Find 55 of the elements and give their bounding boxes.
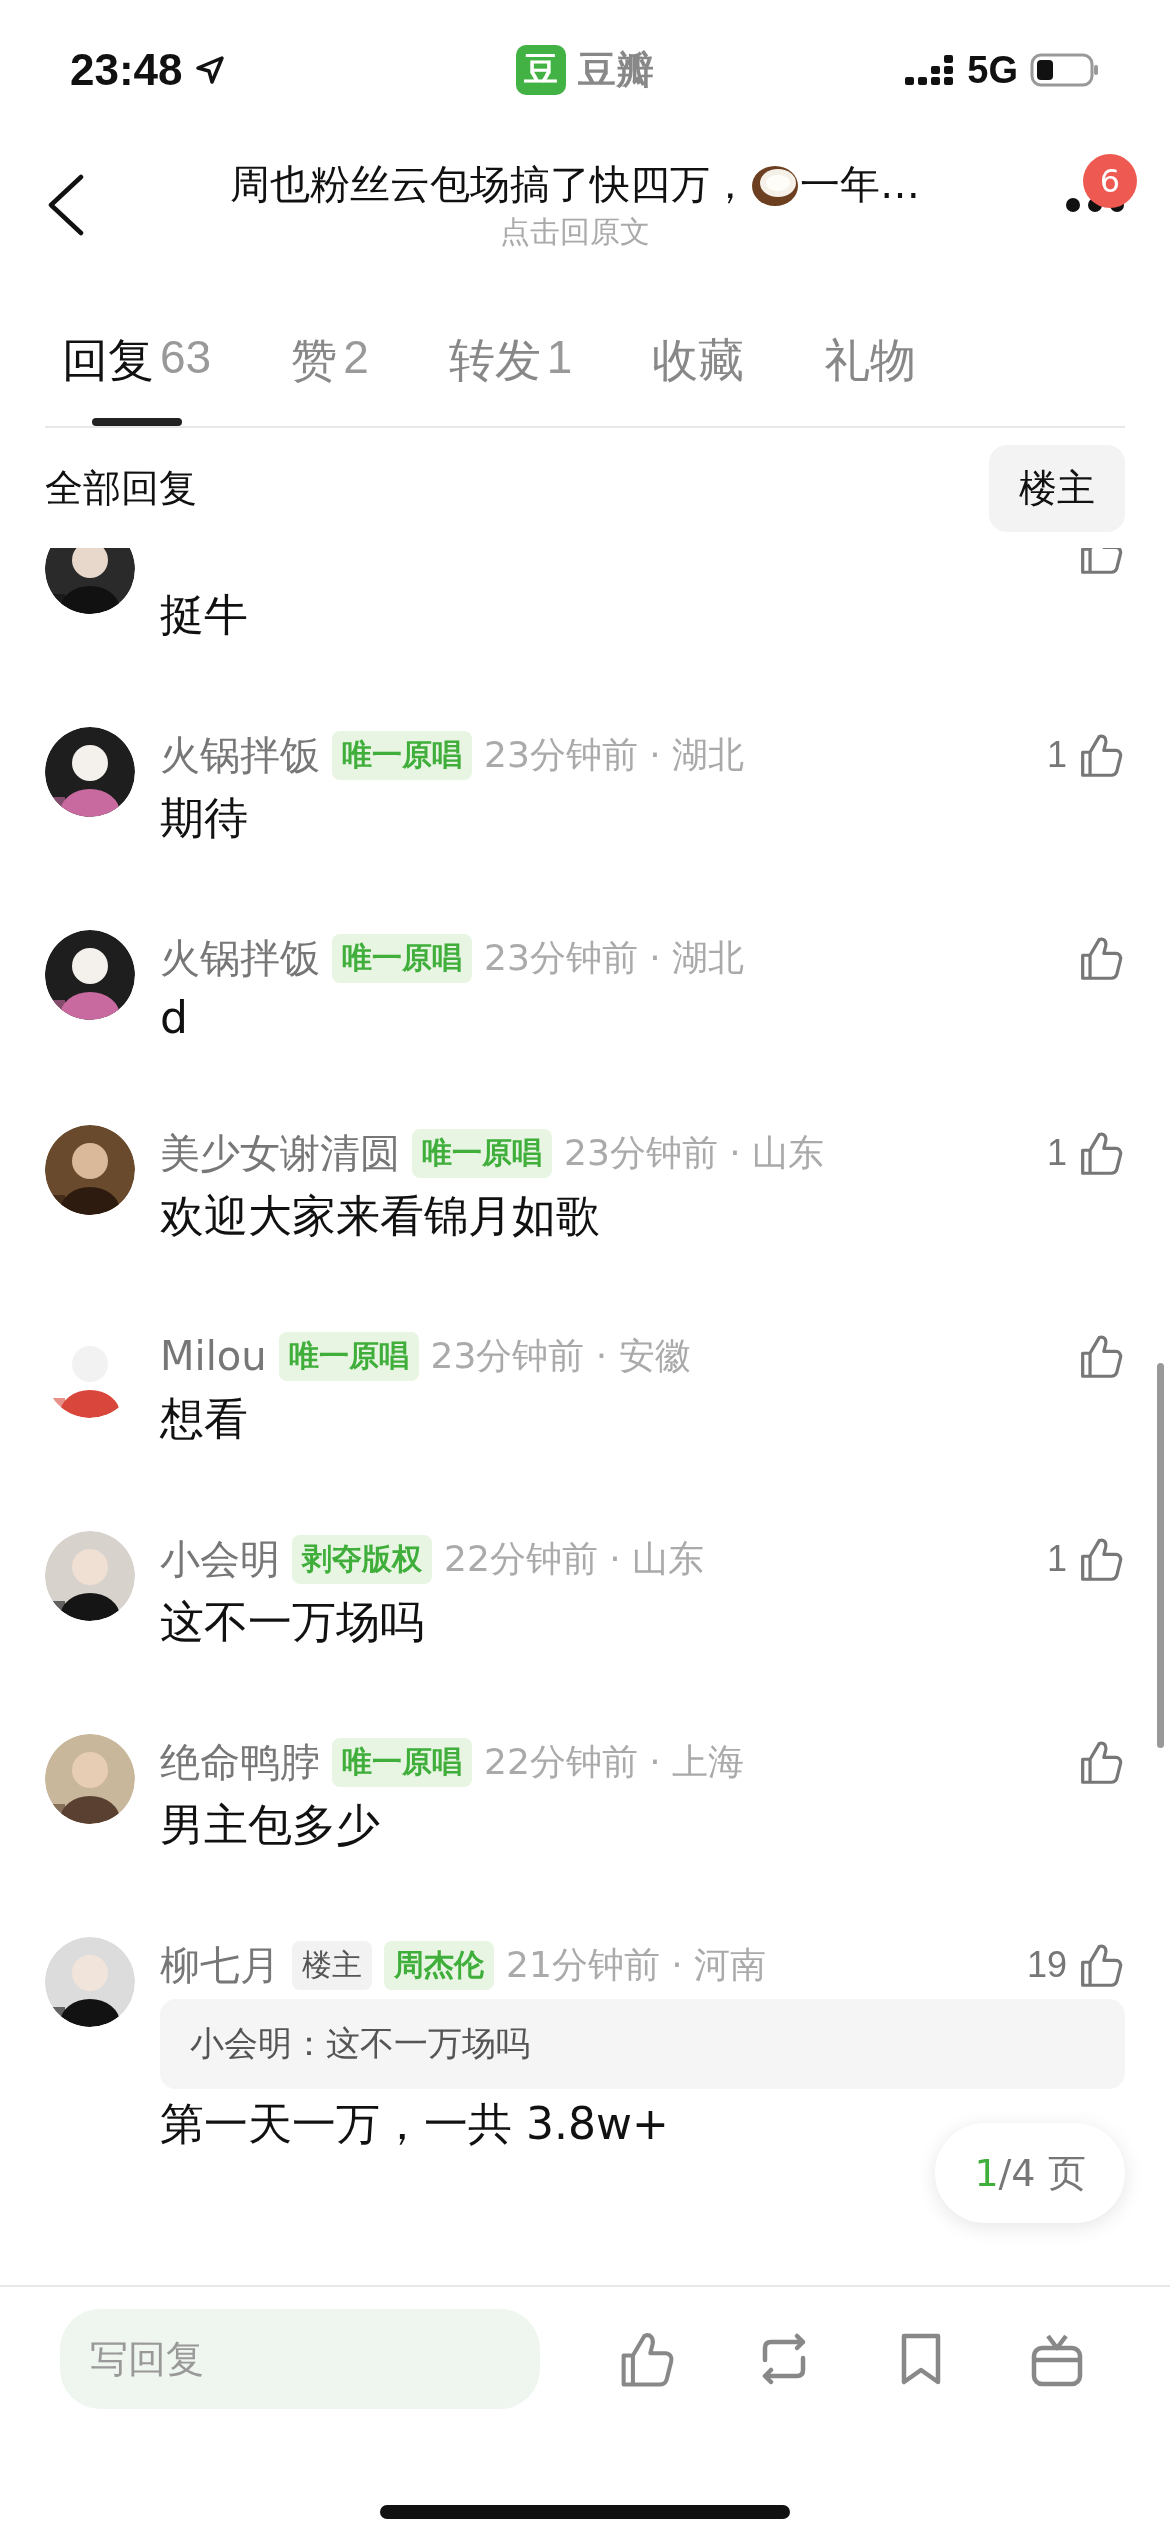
notification-badge: 6: [1083, 154, 1137, 208]
user-name[interactable]: 绝命鸭脖: [160, 1734, 320, 1790]
post-title[interactable]: 一年…: [800, 157, 920, 212]
user-name[interactable]: Milou: [160, 1333, 267, 1379]
comment-meta: 23分钟前 · 安徽: [430, 1333, 692, 1378]
user-name[interactable]: 火锅拌饭: [160, 727, 320, 783]
like-count: 1: [1046, 1538, 1067, 1580]
app-logo: 豆: [516, 45, 566, 95]
comment-text: 挺牛: [160, 588, 249, 642]
tab[interactable]: 赞2: [291, 330, 369, 426]
user-badge: 唯一原唱: [278, 1331, 419, 1381]
app-name: 豆瓣: [578, 46, 654, 94]
section-label: 全部回复: [45, 464, 197, 512]
user-name[interactable]: 小会明: [160, 1531, 280, 1587]
reply-field[interactable]: 写回复: [60, 2309, 540, 2409]
clock-time: 23:48: [70, 45, 183, 95]
like-count: 19: [1026, 1944, 1067, 1986]
comment-text: 想看: [160, 1392, 249, 1446]
comment-meta: 22分钟前 · 上海: [484, 1739, 746, 1784]
user-badge: 剥夺版权: [292, 1534, 432, 1584]
comment-meta: 21分钟前 · 河南: [506, 1942, 768, 1987]
back-to-original-link[interactable]: 点击回原文: [500, 212, 650, 253]
post-title[interactable]: 周也粉丝云包场搞了快四万，: [230, 157, 750, 212]
user-name[interactable]: 美少女谢清圆: [160, 1125, 400, 1181]
user-name[interactable]: 火锅拌饭: [160, 930, 320, 986]
like-count: 1: [1046, 734, 1067, 776]
user-badge: 唯一原唱: [332, 933, 472, 983]
user-badge: 唯一原唱: [332, 730, 472, 780]
tab[interactable]: 收藏: [652, 330, 745, 426]
comment-text: 期待: [160, 791, 249, 845]
battery-icon: [1030, 53, 1100, 87]
author-tag: 楼主: [292, 1940, 372, 1990]
like-count: 1: [1046, 1132, 1067, 1174]
tab[interactable]: 礼物: [824, 330, 917, 426]
tab[interactable]: 回复 63: [62, 330, 212, 426]
signal-icon: [905, 55, 956, 85]
comment-text: 第一天一万，一共 3.8w+: [160, 2097, 670, 2151]
quoted-reply: 小会明：这不一万场吗: [160, 1999, 1125, 2089]
comment-meta: 23分钟前 · 湖北: [484, 935, 746, 980]
user-name[interactable]: 柳七月: [160, 1937, 280, 1993]
page-indicator[interactable]: 1/4 页: [935, 2123, 1125, 2223]
author-filter-button[interactable]: 楼主: [989, 444, 1125, 532]
comment-text: 欢迎大家来看锦月如歌: [160, 1189, 601, 1243]
comment-meta: 23分钟前 · 山东: [564, 1130, 826, 1175]
user-badge: 唯一原唱: [412, 1128, 552, 1178]
comment-meta: 22分钟前 · 山东: [444, 1536, 706, 1581]
comment-meta: 23分钟前 · 湖北: [484, 732, 746, 777]
comment-text: 男主包多少: [160, 1798, 381, 1852]
user-badge: 周杰伦: [384, 1940, 494, 1990]
comment-text: 这不一万场吗: [160, 1595, 425, 1649]
tab[interactable]: 转发 1: [448, 330, 573, 426]
comment-text: d: [160, 992, 189, 1043]
location-arrow-icon: [194, 55, 225, 85]
network-label: 5G: [967, 48, 1018, 92]
user-badge: 唯一原唱: [332, 1737, 472, 1787]
